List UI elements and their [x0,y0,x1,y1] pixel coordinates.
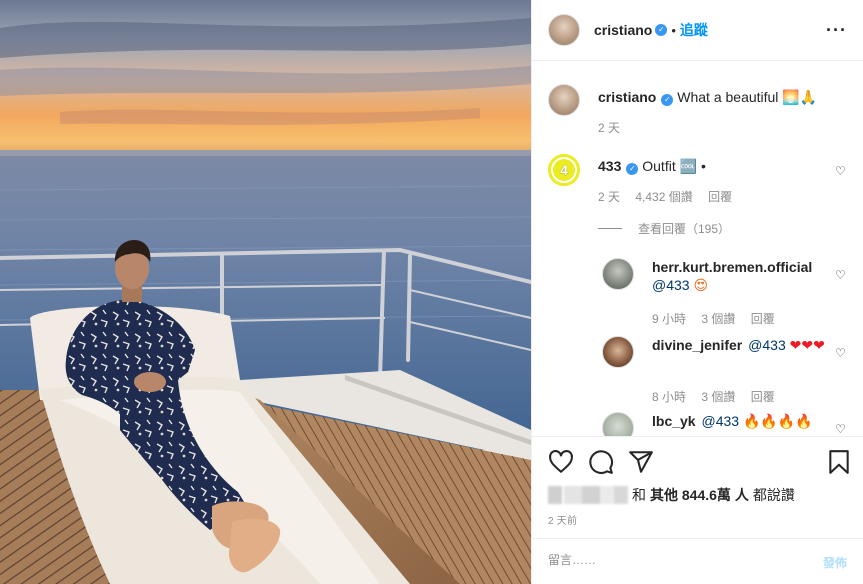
heart-icon[interactable]: ♡ [835,422,847,436]
reply-item: lbc_yk @433 🔥🔥🔥🔥 ♡ [602,412,847,436]
author-avatar[interactable] [548,14,580,46]
likes-suffix: 都說讚 [752,487,795,503]
comment-item: 4 433 ✓ Outfit 🆒 • ♡ 2 天 4,432 個讚 回覆 [548,154,847,214]
post-comment-button[interactable]: 發佈 [823,554,847,571]
likes-count[interactable]: 其他 844.6萬 人 [650,485,749,505]
reply-item: herr.kurt.bremen.official @433 😍 ♡ 9 小時 … [602,258,847,328]
verified-icon: ✓ [661,94,674,106]
post-header: cristiano ✓ • 追蹤 ··· [532,0,863,61]
comment-icon[interactable] [588,449,614,475]
reply-button[interactable]: 回覆 [751,390,775,404]
comment-emoji: ❤❤❤ [789,338,825,354]
comment-mention[interactable]: @433 [748,337,786,353]
caption-avatar[interactable] [548,84,580,116]
save-icon[interactable] [826,449,852,475]
comment-likes[interactable]: 3 個讚 [701,312,735,326]
more-horizontal-icon[interactable]: ··· [826,20,847,41]
likes-prefix: 和 [632,487,646,503]
reply-button[interactable]: 回覆 [708,190,732,204]
divider [598,228,622,229]
share-icon[interactable] [628,449,654,475]
action-bar [532,436,863,486]
caption-age[interactable]: 2 天 [598,121,620,135]
comment-text: Outfit [642,158,676,174]
commenter-avatar[interactable] [602,258,634,290]
caption-username[interactable]: cristiano [598,89,656,105]
commenter-avatar[interactable] [602,412,634,436]
heart-icon[interactable]: ♡ [835,268,847,282]
follow-button[interactable]: 追蹤 [680,20,708,40]
heart-icon[interactable]: ♡ [835,346,847,360]
reply-button[interactable]: 回覆 [751,312,775,326]
commenter-username[interactable]: divine_jenifer [652,337,742,353]
post-caption: cristiano ✓ What a beautiful 🌅🙏 2 天 [548,84,847,144]
comment-emoji: 🔥🔥🔥🔥 [742,414,813,430]
commenter-avatar[interactable]: 4 [548,154,580,186]
comment-age[interactable]: 2 天 [598,190,620,204]
comment-trailing: • [700,158,706,174]
post-timestamp[interactable]: 2 天前 [548,512,577,527]
comment-input[interactable] [548,553,788,567]
comment-likes[interactable]: 3 個讚 [701,390,735,404]
verified-icon: ✓ [626,163,639,175]
heart-icon[interactable] [548,449,574,475]
commenter-username[interactable]: lbc_yk [652,413,696,429]
heart-icon[interactable]: ♡ [835,164,847,178]
reply-item: divine_jenifer @433 ❤❤❤ ♡ 8 小時 3 個讚 回覆 [602,336,847,406]
comment-emoji: 🆒 [679,159,698,175]
commenter-username[interactable]: herr.kurt.bremen.official [652,259,812,275]
comment-mention[interactable]: @433 [652,277,690,293]
post-photo[interactable] [0,0,531,584]
commenter-username[interactable]: 433 [598,158,621,174]
comment-emoji: 😍 [693,278,709,294]
comment-likes[interactable]: 4,432 個讚 [635,190,692,204]
header-separator: • [671,22,676,38]
comments-list[interactable]: cristiano ✓ What a beautiful 🌅🙏 2 天 4 433… [532,62,863,436]
liker-avatars [548,486,628,504]
verified-icon: ✓ [655,24,668,36]
view-replies-label: 查看回覆（195） [638,222,731,236]
commenter-avatar[interactable] [602,336,634,368]
add-comment-bar: 發佈 [532,538,863,584]
view-replies-button[interactable]: 查看回覆（195） [598,220,730,237]
post-image [0,0,531,584]
comment-age[interactable]: 9 小時 [652,312,686,326]
caption-emoji: 🌅🙏 [782,90,818,106]
likes-summary[interactable]: 和 其他 844.6萬 人 都說讚 [548,485,795,505]
caption-text: What a beautiful [677,89,779,105]
comment-mention[interactable]: @433 [701,413,739,429]
comment-age[interactable]: 8 小時 [652,390,686,404]
post-sidebar: cristiano ✓ • 追蹤 ··· cristiano ✓ What a b… [531,0,863,584]
author-username[interactable]: cristiano [594,22,652,38]
